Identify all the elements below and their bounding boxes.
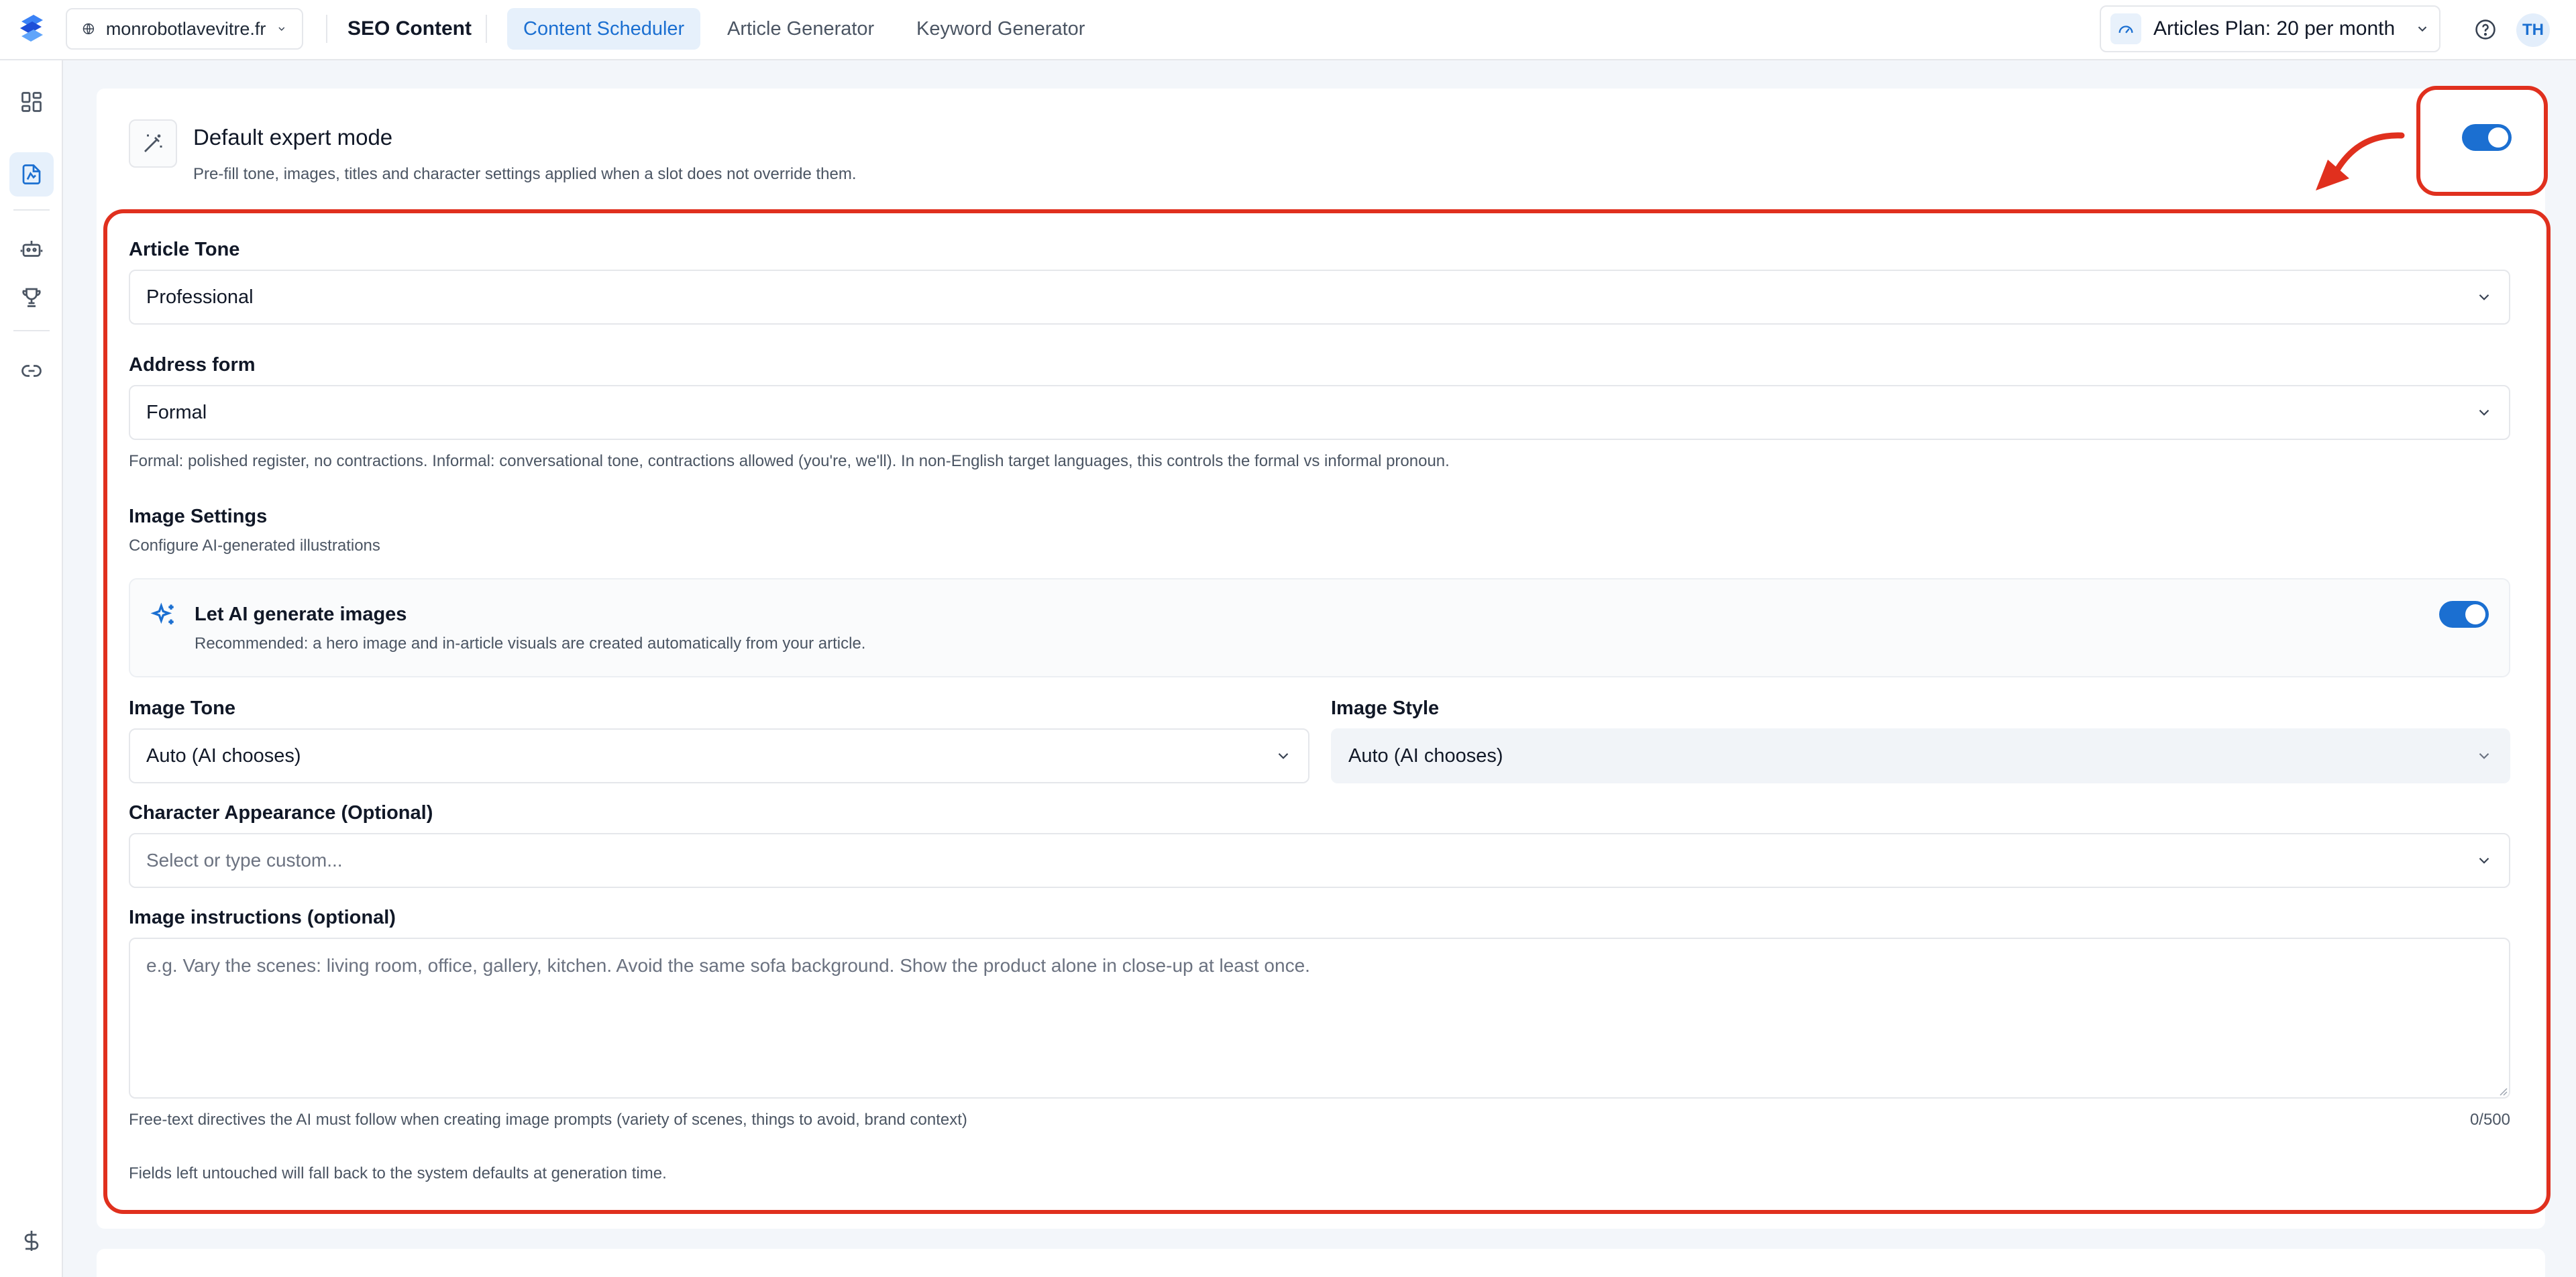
- top-bar: monrobotlavevitre.fr SEO Content Content…: [0, 0, 2576, 60]
- sidebar-item-bots[interactable]: [9, 227, 54, 271]
- site-selector[interactable]: monrobotlavevitre.fr: [66, 8, 303, 50]
- chevron-down-icon: [2479, 753, 2489, 759]
- divider: [13, 330, 50, 331]
- address-form-hint: Formal: polished register, no contractio…: [129, 452, 1450, 470]
- ai-images-title: Let AI generate images: [195, 604, 407, 625]
- trophy-icon: [22, 288, 41, 307]
- magic-wand-icon: [144, 134, 162, 152]
- image-instructions-label: Image instructions (optional): [129, 907, 396, 928]
- character-appearance-label: Character Appearance (Optional): [129, 802, 433, 824]
- plan-label: Articles Plan: 20 per month: [2153, 17, 2396, 40]
- image-style-label: Image Style: [1331, 698, 1440, 719]
- chevron-down-icon: [1278, 753, 1289, 759]
- chevron-down-icon: [278, 27, 285, 31]
- annotation-arrow-icon: [2316, 132, 2405, 190]
- tab-keyword-generator[interactable]: Keyword Generator: [900, 8, 1101, 50]
- footer-note: Fields left untouched will fall back to …: [129, 1164, 667, 1182]
- sidebar-item-billing[interactable]: [9, 1219, 54, 1263]
- expert-mode-icon-box: [129, 119, 177, 168]
- chevron-down-icon: [2479, 409, 2489, 416]
- sparkles-icon: [150, 602, 174, 624]
- chevron-down-icon: [2479, 294, 2489, 300]
- resize-handle-icon[interactable]: [2497, 1085, 2508, 1096]
- image-settings-title: Image Settings: [129, 506, 268, 527]
- app-logo-icon[interactable]: [15, 12, 48, 47]
- expert-mode-title: Default expert mode: [193, 125, 393, 150]
- sidebar-item-rankings[interactable]: [9, 275, 54, 319]
- divider: [13, 209, 50, 211]
- ai-images-toggle[interactable]: [2439, 601, 2489, 628]
- annotation-toggle-highlight: [2416, 86, 2548, 196]
- sidebar-item-content[interactable]: [9, 152, 54, 197]
- image-tone-select[interactable]: Auto (AI chooses): [129, 728, 1309, 783]
- image-style-value: Auto (AI chooses): [1348, 744, 1503, 767]
- article-tone-label: Article Tone: [129, 239, 240, 260]
- dashboard-icon: [21, 92, 42, 112]
- expert-mode-description: Pre-fill tone, images, titles and charac…: [193, 165, 857, 183]
- next-card: [97, 1249, 2545, 1277]
- character-appearance-select[interactable]: Select or type custom...: [129, 833, 2510, 888]
- image-instructions-hint: Free-text directives the AI must follow …: [129, 1111, 967, 1129]
- address-form-value: Formal: [146, 401, 207, 423]
- address-form-label: Address form: [129, 354, 256, 376]
- ai-images-panel: [129, 578, 2510, 677]
- sidebar: [0, 60, 63, 1277]
- dollar-icon: [24, 1231, 39, 1251]
- image-instructions-textarea[interactable]: e.g. Vary the scenes: living room, offic…: [129, 938, 2510, 1099]
- site-name: monrobotlavevitre.fr: [105, 18, 266, 39]
- character-appearance-placeholder: Select or type custom...: [146, 850, 343, 871]
- avatar[interactable]: TH: [2516, 13, 2550, 47]
- chevron-down-icon: [2418, 26, 2427, 32]
- sidebar-item-links[interactable]: [9, 349, 54, 393]
- image-tone-label: Image Tone: [129, 698, 235, 719]
- image-settings-subtitle: Configure AI-generated illustrations: [129, 537, 380, 555]
- image-style-select[interactable]: Auto (AI chooses): [1331, 728, 2510, 783]
- link-icon: [21, 365, 42, 377]
- sidebar-item-dashboard[interactable]: [9, 80, 54, 124]
- divider: [486, 15, 487, 43]
- robot-icon: [20, 241, 43, 257]
- help-icon[interactable]: [2474, 18, 2497, 41]
- divider: [326, 15, 327, 43]
- gauge-icon: [2110, 13, 2141, 44]
- section-title: SEO Content: [347, 17, 472, 40]
- plan-selector[interactable]: Articles Plan: 20 per month: [2100, 5, 2440, 52]
- content-icon: [22, 164, 41, 184]
- address-form-select[interactable]: Formal: [129, 385, 2510, 440]
- ai-images-description: Recommended: a hero image and in-article…: [195, 634, 866, 653]
- tab-content-scheduler[interactable]: Content Scheduler: [507, 8, 701, 50]
- tab-article-generator[interactable]: Article Generator: [711, 8, 890, 50]
- character-counter: 0/500: [2469, 1111, 2510, 1129]
- article-tone-value: Professional: [146, 286, 254, 308]
- chevron-down-icon: [2479, 857, 2489, 864]
- globe-icon: [83, 23, 95, 35]
- article-tone-select[interactable]: Professional: [129, 270, 2510, 325]
- image-tone-value: Auto (AI chooses): [146, 744, 301, 767]
